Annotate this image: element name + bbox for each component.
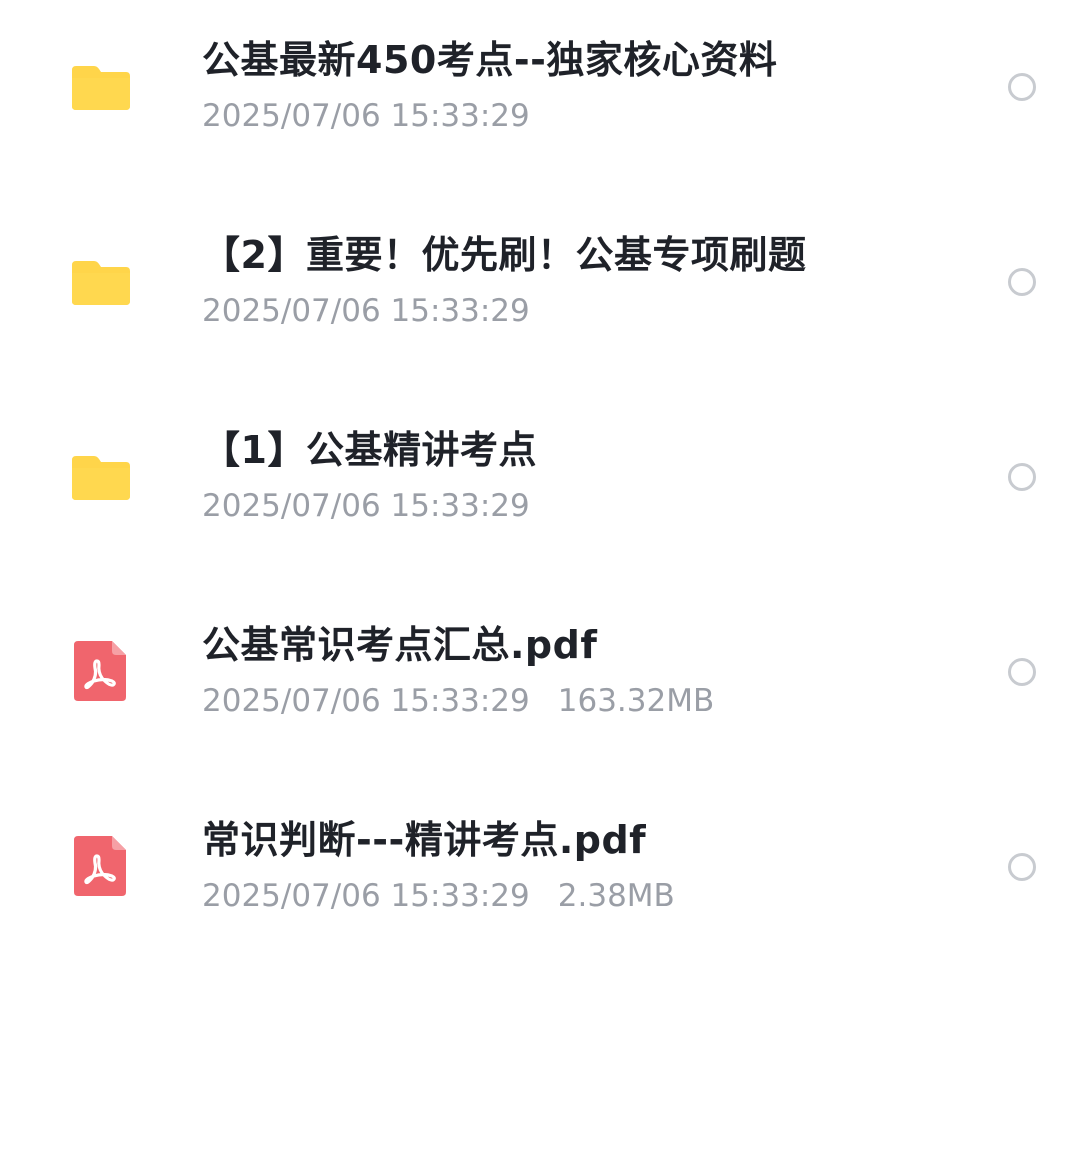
list-item[interactable]: 【1】公基精讲考点 2025/07/06 15:33:29 — [0, 402, 1080, 552]
select-radio[interactable] — [1008, 73, 1036, 101]
file-meta: 2025/07/06 15:33:29 — [202, 486, 530, 526]
file-meta: 2025/07/06 15:33:29 — [202, 291, 530, 331]
folder-icon — [68, 251, 134, 313]
file-meta: 2025/07/06 15:33:29 2.38MB — [202, 876, 675, 916]
select-radio[interactable] — [1008, 268, 1036, 296]
pdf-icon — [68, 836, 134, 898]
folder-icon — [68, 56, 134, 118]
file-meta: 2025/07/06 15:33:29 — [202, 96, 530, 136]
file-modified-time: 2025/07/06 15:33:29 — [202, 98, 530, 134]
file-name: 公基常识考点汇总.pdf — [202, 623, 598, 667]
pdf-icon — [68, 641, 134, 703]
select-radio[interactable] — [1008, 658, 1036, 686]
file-meta: 2025/07/06 15:33:29 163.32MB — [202, 681, 714, 721]
file-modified-time: 2025/07/06 15:33:29 — [202, 683, 530, 719]
folder-icon — [68, 446, 134, 508]
list-item[interactable]: 公基常识考点汇总.pdf 2025/07/06 15:33:29 163.32MB — [0, 597, 1080, 747]
select-radio[interactable] — [1008, 463, 1036, 491]
file-name: 【2】重要！优先刷！公基专项刷题 — [202, 233, 807, 277]
list-item[interactable]: 常识判断---精讲考点.pdf 2025/07/06 15:33:29 2.38M… — [0, 792, 1080, 942]
file-modified-time: 2025/07/06 15:33:29 — [202, 878, 530, 914]
file-name: 【1】公基精讲考点 — [202, 428, 537, 472]
file-name: 常识判断---精讲考点.pdf — [202, 818, 647, 862]
list-item[interactable]: 【2】重要！优先刷！公基专项刷题 2025/07/06 15:33:29 — [0, 207, 1080, 357]
file-size: 2.38MB — [557, 878, 675, 914]
file-name: 公基最新450考点--独家核心资料 — [202, 38, 778, 82]
select-radio[interactable] — [1008, 853, 1036, 881]
file-modified-time: 2025/07/06 15:33:29 — [202, 488, 530, 524]
file-size: 163.32MB — [557, 683, 715, 719]
file-modified-time: 2025/07/06 15:33:29 — [202, 293, 530, 329]
list-item[interactable]: 公基最新450考点--独家核心资料 2025/07/06 15:33:29 — [0, 12, 1080, 162]
